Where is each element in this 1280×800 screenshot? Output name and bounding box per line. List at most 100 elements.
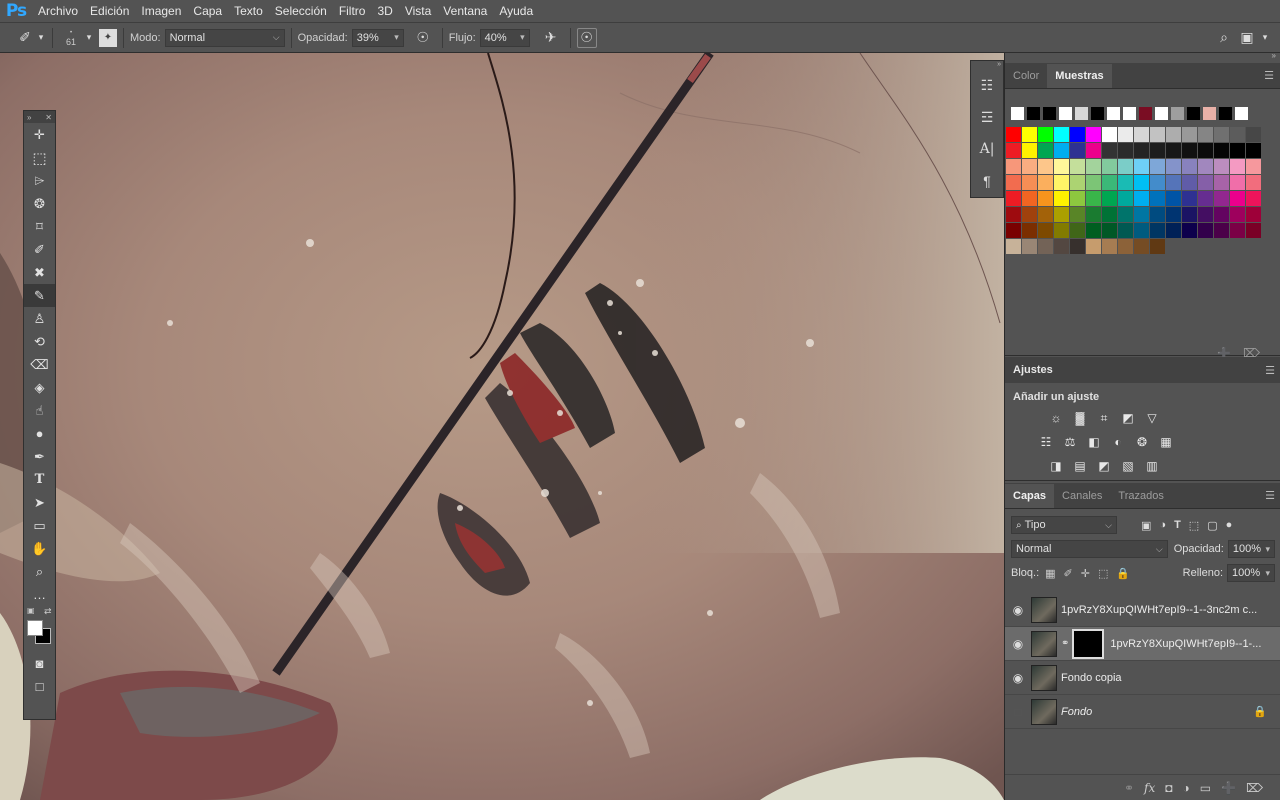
swatch[interactable] — [1182, 175, 1197, 190]
swatch[interactable] — [1214, 127, 1229, 142]
filter-smart-object-icon[interactable]: ▢ — [1207, 519, 1217, 532]
link-icon[interactable]: ⚭ — [1061, 638, 1069, 649]
swatch[interactable] — [1054, 159, 1069, 174]
swatch[interactable] — [1006, 239, 1021, 254]
gradient-map-icon[interactable]: ▥ — [1143, 457, 1161, 475]
swatch[interactable] — [1102, 143, 1117, 158]
swatch[interactable] — [1150, 143, 1165, 158]
photo-filter-icon[interactable]: ◐ — [1109, 433, 1127, 451]
clone-stamp-tool[interactable]: ♙ — [24, 307, 55, 330]
swatch[interactable] — [1198, 127, 1213, 142]
panel-menu-icon[interactable]: ☰ — [1265, 489, 1275, 502]
swatch[interactable] — [1006, 143, 1021, 158]
swatch[interactable] — [1230, 223, 1245, 238]
layer-row[interactable]: ◉ ⚭ 1pvRzY8XupQIWHt7epI9--1-... — [1005, 627, 1280, 661]
brightness-icon[interactable]: ☼ — [1047, 409, 1065, 427]
menu-ventana[interactable]: Ventana — [437, 0, 493, 22]
invert-icon[interactable]: ◨ — [1047, 457, 1065, 475]
curves-icon[interactable]: ⌗ — [1095, 409, 1113, 427]
menu-edicion[interactable]: Edición — [84, 0, 135, 22]
swatch[interactable] — [1166, 159, 1181, 174]
swatch[interactable] — [1150, 207, 1165, 222]
swatch[interactable] — [1150, 239, 1165, 254]
swatch[interactable] — [1086, 207, 1101, 222]
swatch[interactable] — [1214, 175, 1229, 190]
swatch[interactable] — [1230, 175, 1245, 190]
swatch[interactable] — [1102, 159, 1117, 174]
tab-color[interactable]: Color — [1005, 64, 1047, 88]
swatch[interactable] — [1070, 191, 1085, 206]
swatch[interactable] — [1134, 159, 1149, 174]
hand-tool[interactable]: ✋ — [24, 537, 55, 560]
swatch[interactable] — [1070, 175, 1085, 190]
swatch[interactable] — [1086, 239, 1101, 254]
swatch[interactable] — [1134, 191, 1149, 206]
swatch[interactable] — [1134, 223, 1149, 238]
swatch[interactable] — [1246, 191, 1261, 206]
swatch[interactable] — [1038, 159, 1053, 174]
fill-input[interactable]: 100% ▾ — [1227, 564, 1275, 582]
swap-colors-icon[interactable]: ⇄ — [44, 606, 52, 617]
properties-icon[interactable]: ☲ — [971, 101, 1003, 133]
tab-capas[interactable]: Capas — [1005, 484, 1055, 508]
swatch[interactable] — [1235, 107, 1248, 120]
swatch[interactable] — [1118, 127, 1133, 142]
chevron-down-icon[interactable]: ▾ — [1258, 32, 1272, 43]
swatch[interactable] — [1022, 175, 1037, 190]
swatch[interactable] — [1070, 127, 1085, 142]
swatch[interactable] — [1166, 127, 1181, 142]
swatch[interactable] — [1102, 127, 1117, 142]
layer-row[interactable]: ◉ 1pvRzY8XupQIWHt7epI9--1--3nc2m c... — [1005, 593, 1280, 627]
swatch[interactable] — [1150, 175, 1165, 190]
swatch[interactable] — [1070, 239, 1085, 254]
swatch[interactable] — [1038, 239, 1053, 254]
layer-name[interactable]: Fondo copia — [1061, 672, 1122, 684]
swatch[interactable] — [1086, 127, 1101, 142]
swatch[interactable] — [1134, 127, 1149, 142]
brush-tool[interactable]: ✎ — [24, 284, 55, 307]
swatch[interactable] — [1022, 239, 1037, 254]
swatch[interactable] — [1070, 143, 1085, 158]
swatch[interactable] — [1006, 159, 1021, 174]
posterize-icon[interactable]: ▤ — [1071, 457, 1089, 475]
more-tools-icon[interactable]: … — [24, 583, 55, 606]
threshold-icon[interactable]: ◩ — [1095, 457, 1113, 475]
collapse-icon[interactable]: » — [1272, 51, 1276, 60]
swatch[interactable] — [1166, 175, 1181, 190]
swatch[interactable] — [1054, 143, 1069, 158]
swatch[interactable] — [1054, 175, 1069, 190]
swatch[interactable] — [1054, 191, 1069, 206]
color-balance-icon[interactable]: ⚖ — [1061, 433, 1079, 451]
swatch[interactable] — [1246, 175, 1261, 190]
swatch[interactable] — [1182, 159, 1197, 174]
new-group-icon[interactable]: ▭ — [1200, 781, 1211, 795]
swatch[interactable] — [1219, 107, 1232, 120]
chevron-down-icon[interactable]: ▾ — [36, 32, 46, 43]
swatch[interactable] — [1214, 159, 1229, 174]
collapse-icon[interactable]: » — [971, 61, 1003, 69]
lock-artboard-icon[interactable]: ⬚ — [1098, 567, 1108, 580]
history-icon[interactable]: ☷ — [971, 69, 1003, 101]
levels-icon[interactable]: ▓ — [1071, 409, 1089, 427]
swatch[interactable] — [1086, 159, 1101, 174]
swatch[interactable] — [1166, 223, 1181, 238]
color-lookup-icon[interactable]: ▦ — [1157, 433, 1175, 451]
lasso-tool[interactable]: ⌲ — [24, 169, 55, 192]
swatch[interactable] — [1086, 143, 1101, 158]
swatch[interactable] — [1198, 143, 1213, 158]
swatch[interactable] — [1182, 207, 1197, 222]
swatch[interactable] — [1102, 239, 1117, 254]
swatch[interactable] — [1102, 223, 1117, 238]
eye-icon[interactable]: ◉ — [1005, 671, 1031, 685]
swatch[interactable] — [1075, 107, 1088, 120]
swatch[interactable] — [1150, 127, 1165, 142]
quick-selection-tool[interactable]: ❂ — [24, 192, 55, 215]
layer-thumbnail[interactable] — [1031, 698, 1057, 725]
layer-filter-select[interactable]: ⌕ Tipo ⌵ — [1011, 516, 1117, 534]
swatch[interactable] — [1038, 143, 1053, 158]
brush-panel-icon[interactable]: ✦ — [99, 28, 117, 47]
character-icon[interactable]: A| — [971, 133, 1003, 165]
swatch[interactable] — [1230, 207, 1245, 222]
menu-vista[interactable]: Vista — [399, 0, 437, 22]
swatch[interactable] — [1166, 191, 1181, 206]
